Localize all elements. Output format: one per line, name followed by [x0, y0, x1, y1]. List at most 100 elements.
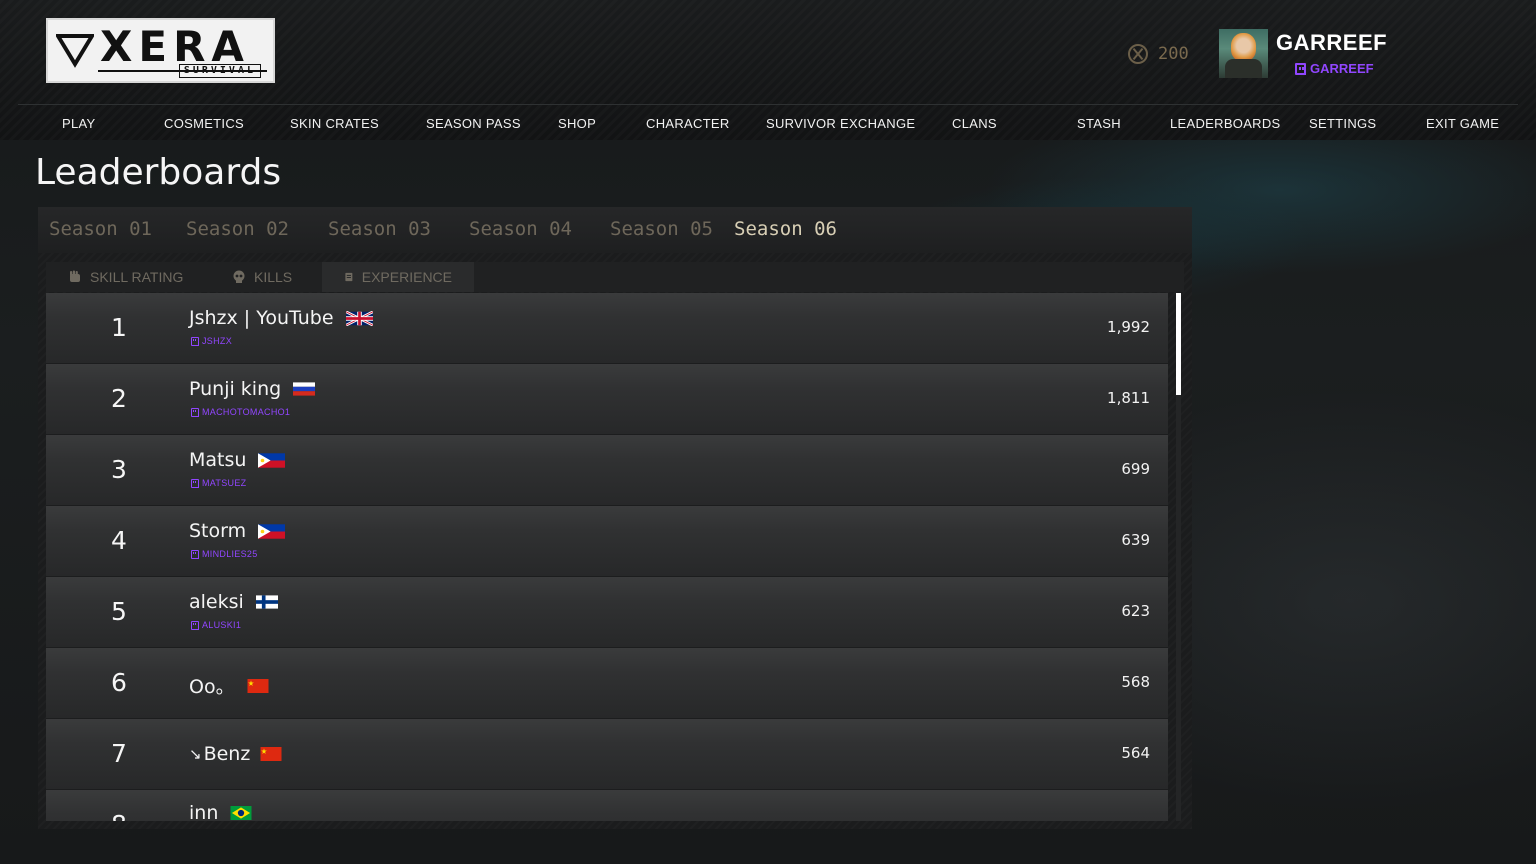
player-name-text: Storm: [189, 520, 247, 542]
nav-exit-game[interactable]: EXIT GAME: [1426, 116, 1499, 131]
player-name: ↘ Benz: [189, 743, 282, 765]
nav-cosmetics[interactable]: COSMETICS: [164, 116, 244, 131]
skull-icon: [233, 270, 245, 283]
page-title: Leaderboards: [35, 152, 282, 193]
nav-survivor-exchange[interactable]: SURVIVOR EXCHANGE: [766, 116, 915, 131]
philippines-flag-icon: [258, 452, 286, 468]
tab-experience[interactable]: EXPERIENCE: [322, 262, 474, 292]
tab-experience-label: EXPERIENCE: [361, 269, 452, 285]
tab-season-02[interactable]: Season 02: [186, 218, 289, 240]
nav-character[interactable]: CHARACTER: [646, 116, 730, 131]
nav-play[interactable]: PLAY: [62, 116, 95, 131]
player-twitch-name: ALUSKI1: [202, 620, 242, 630]
currency-amount: 200: [1158, 44, 1189, 64]
nav-leaderboards[interactable]: LEADERBOARDS: [1170, 116, 1281, 131]
avatar-head: [1231, 33, 1256, 61]
uk-flag-icon: [345, 310, 373, 326]
player-name: Storm: [189, 520, 286, 542]
season-tabs: Season 01 Season 02 Season 03 Season 04 …: [38, 207, 1192, 253]
logo-triangle-icon: [56, 34, 94, 68]
table-row[interactable]: 1 Jshzx | YouTube JSHZX 1,992: [46, 293, 1168, 364]
rank: 8: [46, 810, 192, 821]
rank: 3: [111, 455, 127, 484]
avatar[interactable]: [1219, 29, 1268, 78]
score: 1,992: [1107, 318, 1150, 336]
rank: 6: [111, 668, 127, 697]
scrollbar-thumb[interactable]: [1176, 293, 1181, 395]
player-name-text: Benz: [203, 743, 251, 765]
nav-clans[interactable]: CLANS: [952, 116, 997, 131]
table-row[interactable]: 6 Oo。 568: [46, 648, 1168, 719]
player-twitch[interactable]: ALUSKI1: [191, 620, 241, 630]
player-name: Punji king: [189, 378, 316, 400]
nav-season-pass[interactable]: SEASON PASS: [426, 116, 521, 131]
score: 568: [1121, 673, 1150, 691]
player-name-text: aleksi: [189, 591, 244, 613]
tab-kills[interactable]: KILLS: [210, 262, 314, 292]
player-name-text: Punji king: [189, 378, 282, 400]
tab-skill-rating-label: SKILL RATING: [90, 269, 184, 285]
score: 699: [1121, 460, 1150, 478]
user-twitch-link[interactable]: GARREEF: [1295, 61, 1374, 76]
twitch-icon: [191, 336, 199, 346]
book-icon: [345, 272, 353, 282]
player-name-text: Jshzx | YouTube: [189, 307, 334, 329]
twitch-icon: [191, 407, 199, 417]
tab-season-04[interactable]: Season 04: [469, 218, 572, 240]
fist-icon: [70, 270, 80, 282]
rank: 7: [111, 739, 127, 768]
rank: 5: [111, 597, 127, 626]
nav-skin-crates[interactable]: SKIN CRATES: [290, 116, 379, 131]
score: 623: [1121, 602, 1150, 620]
score: 564: [1121, 744, 1150, 762]
player-name: Oo。: [189, 672, 269, 699]
player-name: Matsu: [189, 449, 286, 471]
player-name-text: Oo。: [189, 676, 235, 698]
twitch-icon: [1295, 62, 1306, 75]
table-row[interactable]: 3 Matsu MATSUEZ 699: [46, 435, 1168, 506]
player-twitch-name: MATSUEZ: [202, 478, 247, 488]
player-name-text: inn: [189, 802, 219, 821]
rank: 4: [111, 526, 127, 555]
table-row[interactable]: 5 aleksi ALUSKI1 623: [46, 577, 1168, 648]
twitch-icon: [191, 549, 199, 559]
finland-flag-icon: [255, 595, 278, 609]
tab-season-01[interactable]: Season 01: [49, 218, 152, 240]
table-row[interactable]: 8 inn: [46, 790, 1168, 821]
tab-season-05[interactable]: Season 05: [610, 218, 713, 240]
tab-skill-rating[interactable]: SKILL RATING: [46, 262, 205, 292]
tab-season-06[interactable]: Season 06: [734, 218, 837, 240]
leaderboard-panel: Season 01 Season 02 Season 03 Season 04 …: [38, 207, 1192, 829]
score: 639: [1121, 531, 1150, 549]
user-twitch-name: GARREEF: [1310, 61, 1374, 76]
nav-stash[interactable]: STASH: [1077, 116, 1121, 131]
player-name: inn: [189, 802, 252, 821]
table-row[interactable]: 7 ↘ Benz 564: [46, 719, 1168, 790]
nav-settings[interactable]: SETTINGS: [1309, 116, 1376, 131]
category-tabs: SKILL RATING KILLS EXPERIENCE: [46, 262, 1184, 292]
leaderboard-list: 1 Jshzx | YouTube JSHZX 1,992 2 Punji ki…: [46, 293, 1176, 821]
twitch-icon: [191, 478, 199, 488]
tab-season-03[interactable]: Season 03: [328, 218, 431, 240]
china-flag-icon: [260, 747, 282, 761]
player-name: Jshzx | YouTube: [189, 307, 373, 329]
player-twitch[interactable]: MACHOTOMACHO1: [191, 407, 290, 417]
philippines-flag-icon: [258, 523, 286, 539]
username: GARREEF: [1276, 30, 1388, 55]
rank: 1: [111, 313, 127, 342]
coin-icon: [1128, 44, 1148, 64]
main-nav: PLAY COSMETICS SKIN CRATES SEASON PASS S…: [0, 112, 1536, 136]
game-logo: XERA SURVIVAL: [46, 18, 275, 83]
player-twitch[interactable]: MATSUEZ: [191, 478, 246, 488]
nav-shop[interactable]: SHOP: [558, 116, 596, 131]
table-row[interactable]: 2 Punji king MACHOTOMACHO1 1,811: [46, 364, 1168, 435]
player-name-text: Matsu: [189, 449, 247, 471]
china-flag-icon: [247, 678, 269, 693]
player-twitch[interactable]: MINDLIES25: [191, 549, 258, 559]
tab-kills-label: KILLS: [254, 269, 293, 285]
player-name-prefix-glyph: ↘: [189, 745, 202, 763]
table-row[interactable]: 4 Storm MINDLIES25 639: [46, 506, 1168, 577]
currency-display: 200: [1128, 42, 1189, 66]
avatar-body: [1225, 59, 1262, 78]
player-twitch[interactable]: JSHZX: [191, 336, 232, 346]
